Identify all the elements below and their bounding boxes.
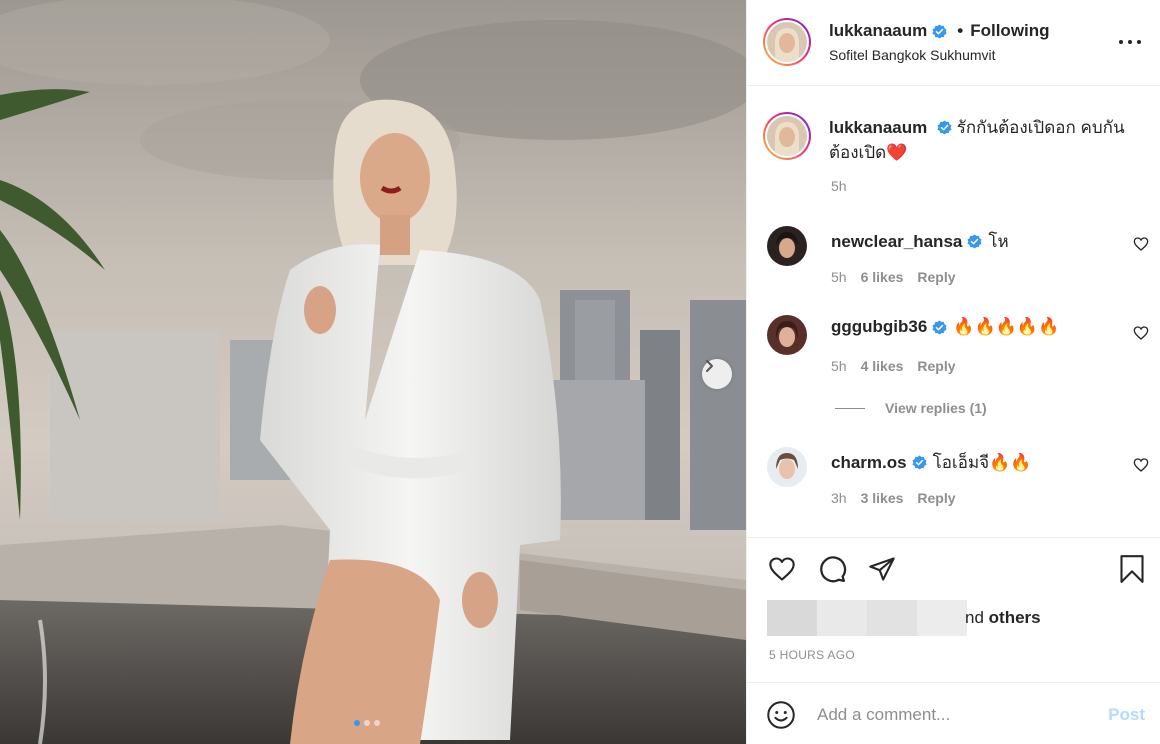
reply-button[interactable]: Reply: [917, 490, 955, 506]
carousel-dot-active: [354, 720, 360, 726]
carousel-indicator: [354, 720, 380, 726]
view-replies-button[interactable]: View replies (1): [835, 400, 987, 416]
smiley-icon: [767, 701, 795, 729]
view-replies-label: View replies (1): [885, 400, 987, 416]
following-button[interactable]: Following: [970, 21, 1049, 41]
comment-like-heart-icon[interactable]: [1133, 457, 1149, 473]
redacted-likers: [767, 600, 967, 636]
comment-text: 🔥🔥🔥🔥🔥: [953, 317, 1060, 336]
add-comment-bar: Post: [747, 682, 1160, 744]
verified-badge-icon: [967, 234, 982, 249]
post-header: lukkanaaum • Following Sofitel Bangkok S…: [747, 0, 1160, 86]
chevron-right-icon: [706, 360, 713, 372]
heart-icon: [769, 557, 795, 581]
location-link[interactable]: Sofitel Bangkok Sukhumvit: [829, 47, 996, 63]
author-avatar[interactable]: [763, 18, 811, 66]
header-separator: •: [957, 21, 964, 40]
author-avatar-image: [767, 22, 807, 62]
post-actions: nd others 5 HOURS AGO: [747, 537, 1160, 682]
comment-input[interactable]: [817, 703, 1097, 727]
like-button[interactable]: [765, 552, 799, 586]
caption-avatar-image: [767, 116, 807, 156]
more-horizontal-icon: [1119, 40, 1123, 44]
share-button[interactable]: [865, 552, 899, 586]
commenter-avatar[interactable]: [767, 315, 807, 355]
commenter-avatar[interactable]: [767, 226, 807, 266]
reply-divider: [835, 407, 865, 409]
author-line: lukkanaaum • Following: [829, 21, 1050, 41]
comment-likes[interactable]: 4 likes: [861, 358, 904, 374]
carousel-dot: [364, 720, 370, 726]
more-options-button[interactable]: [1119, 32, 1141, 52]
reply-button[interactable]: Reply: [917, 358, 955, 374]
comment-button[interactable]: [815, 552, 849, 586]
comment-text: โห: [988, 232, 1009, 251]
paper-plane-icon: [869, 557, 895, 581]
reply-button[interactable]: Reply: [917, 269, 955, 285]
post-photo[interactable]: [0, 0, 746, 744]
likes-others[interactable]: others: [989, 608, 1041, 627]
next-photo-button[interactable]: [702, 359, 732, 389]
verified-badge-icon: [932, 23, 947, 39]
commenter-avatar[interactable]: [767, 447, 807, 487]
comment-like-heart-icon[interactable]: [1133, 236, 1149, 252]
emoji-button[interactable]: [765, 699, 797, 731]
caption-username[interactable]: lukkanaaum: [829, 118, 927, 137]
comment-time: 3h: [831, 490, 847, 506]
post-comment-button[interactable]: Post: [1108, 705, 1145, 725]
caption-timestamp: 5h: [831, 178, 847, 194]
author-username[interactable]: lukkanaaum: [829, 21, 927, 41]
save-button[interactable]: [1115, 552, 1149, 586]
comment-item: newclear_hansa โห 5h 6 likes Reply: [747, 226, 1160, 296]
comment-time: 5h: [831, 269, 847, 285]
bookmark-icon: [1120, 555, 1144, 583]
comment-like-heart-icon[interactable]: [1133, 325, 1149, 341]
comment-likes[interactable]: 6 likes: [861, 269, 904, 285]
carousel-dot: [374, 720, 380, 726]
post-side-panel: lukkanaaum • Following Sofitel Bangkok S…: [746, 0, 1160, 744]
comment-item: gggubgib36 🔥🔥🔥🔥🔥 5h 4 likes Reply: [747, 315, 1160, 385]
likes-connector: nd: [965, 608, 984, 627]
post-timestamp: 5 HOURS AGO: [769, 648, 855, 662]
commenter-username[interactable]: gggubgib36: [831, 317, 927, 337]
comment-likes[interactable]: 3 likes: [861, 490, 904, 506]
verified-badge-icon: [912, 455, 927, 470]
commenter-username[interactable]: charm.os: [831, 453, 907, 473]
verified-badge-icon: [932, 319, 947, 335]
caption-author-avatar[interactable]: [763, 112, 811, 160]
commenter-username[interactable]: newclear_hansa: [831, 232, 962, 252]
likes-summary[interactable]: nd others: [767, 600, 1041, 636]
comment-text: โอเอ็มจี🔥🔥: [932, 453, 1032, 472]
post-caption: lukkanaaum รักกันต้องเปิดอก คบกันต้องเปิ…: [829, 115, 1149, 165]
verified-badge-icon: [937, 120, 952, 135]
comment-time: 5h: [831, 358, 847, 374]
comment-bubble-icon: [820, 556, 847, 583]
comment-item: charm.os โอเอ็มจี🔥🔥 3h 3 likes Reply: [747, 447, 1160, 517]
photo-illustration: [0, 0, 746, 744]
